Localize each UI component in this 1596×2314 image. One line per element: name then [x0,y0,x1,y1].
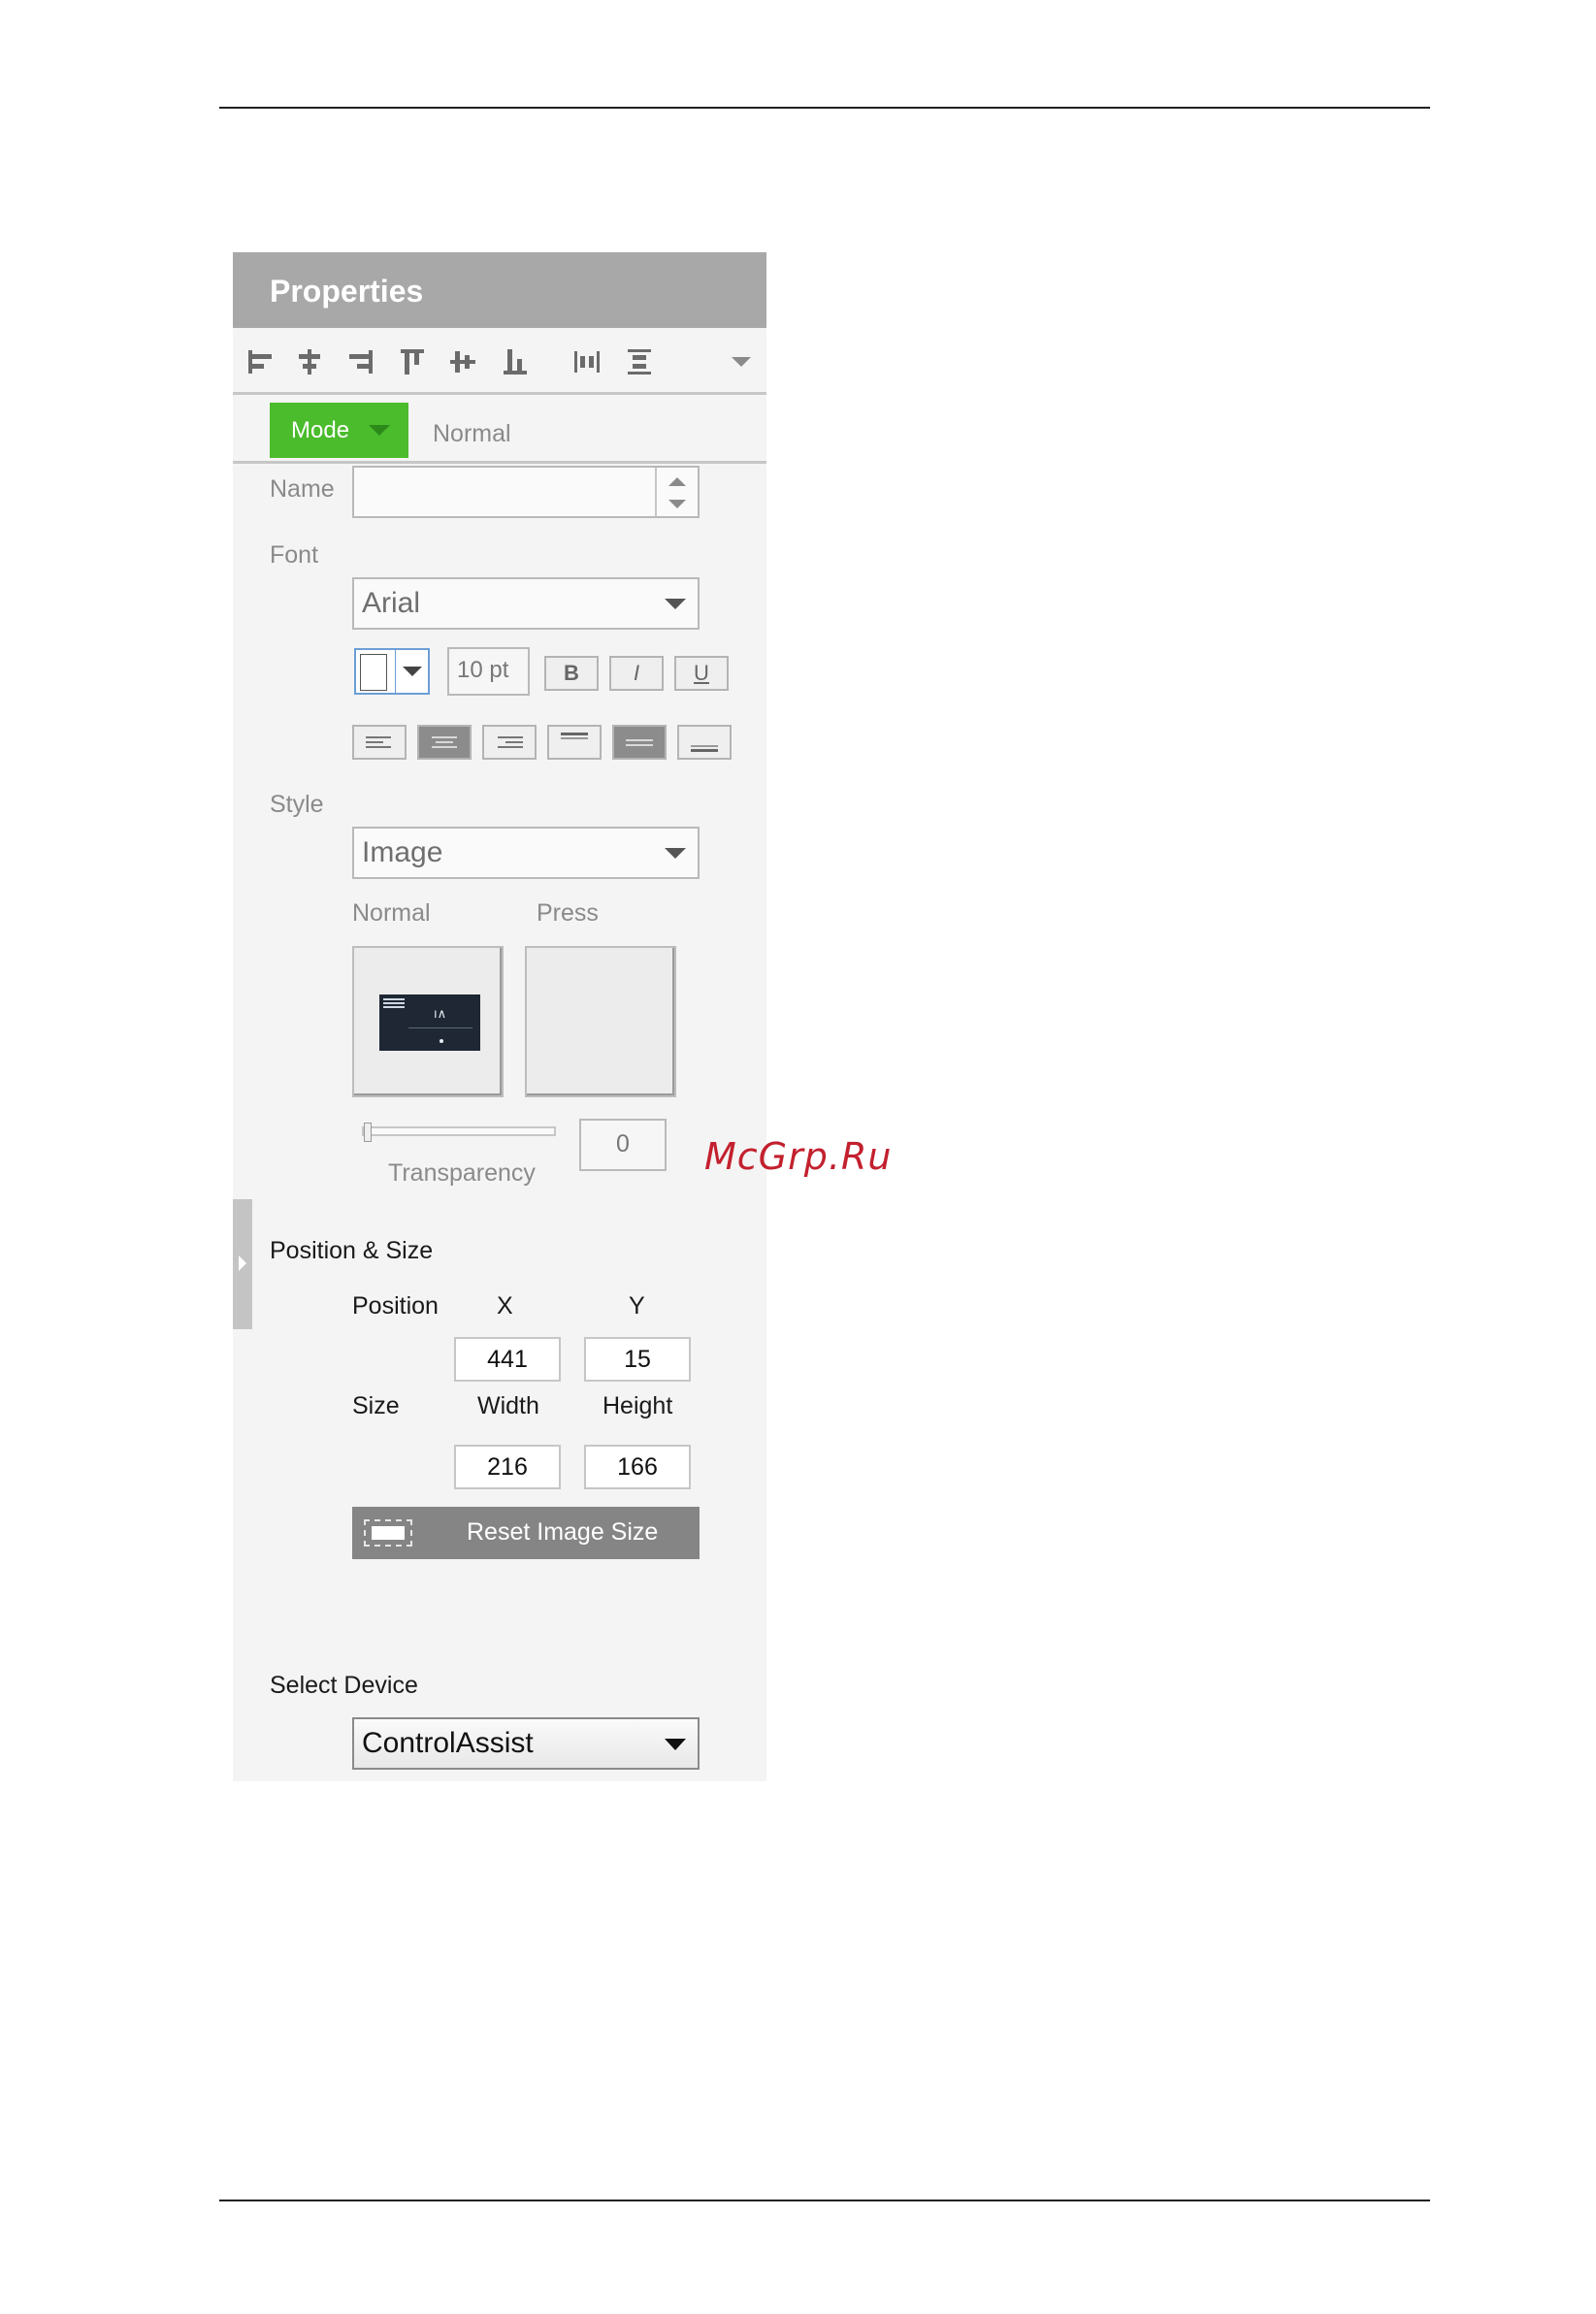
chevron-down-icon [665,848,686,859]
chevron-down-icon [403,667,422,676]
align-left-icon[interactable] [246,347,276,376]
height-input[interactable]: 166 [584,1445,691,1489]
chevron-down-icon [665,1739,686,1750]
press-image-label: Press [537,899,599,927]
normal-image-tile[interactable]: ı∧ [352,946,504,1097]
font-family-dropdown[interactable]: Arial [352,577,700,630]
italic-label: I [633,661,640,685]
divider [395,650,396,693]
align-bottom-icon[interactable] [501,347,530,376]
style-label: Style [270,791,324,818]
spin-down-icon[interactable] [668,500,686,508]
transparency-label: Transparency [388,1159,536,1187]
watermark: McGrp.Ru [704,1135,893,1178]
text-align-center-icon [432,736,457,748]
toolbar-overflow-icon[interactable] [730,351,753,371]
align-right-icon[interactable] [345,347,375,376]
text-align-right-icon [498,736,523,748]
chevron-right-icon [239,1255,246,1271]
y-label: Y [629,1292,645,1320]
underline-label: U [694,661,709,685]
select-device-label: Select Device [270,1672,418,1699]
align-text-left-button[interactable] [352,725,407,760]
image-frame-icon [364,1519,412,1547]
properties-panel: Properties Mode Normal Name Font Arial 1… [233,252,766,1781]
top-rule [219,107,1430,109]
text-align-top-icon [561,733,588,739]
device-value: ControlAssist [362,1727,534,1759]
font-color-picker[interactable] [354,648,430,695]
transparency-value[interactable]: 0 [579,1119,667,1171]
align-middle-v-icon[interactable] [448,347,477,376]
bold-label: B [564,661,579,685]
mode-value: Normal [433,420,511,447]
style-dropdown[interactable]: Image [352,827,700,879]
align-text-bottom-button[interactable] [677,725,732,760]
press-image-tile[interactable] [525,946,676,1097]
align-text-center-button[interactable] [417,725,472,760]
style-value: Image [362,836,443,868]
font-size-value: 10 pt [457,657,509,683]
distribute-vertical-icon[interactable] [625,347,654,376]
height-label: Height [603,1392,673,1419]
chevron-down-icon [665,599,686,609]
underline-button[interactable]: U [674,656,729,691]
bold-button[interactable]: B [544,656,599,691]
svg-text:ı∧: ı∧ [434,1007,446,1022]
name-label: Name [270,475,335,503]
x-input[interactable]: 441 [454,1337,561,1382]
chevron-down-icon [369,425,391,436]
normal-image-thumbnail: ı∧ [379,994,480,1051]
position-label: Position [352,1292,439,1320]
alignment-toolbar [233,328,766,395]
panel-header: Properties [233,252,766,328]
normal-image-label: Normal [352,899,431,927]
panel-title: Properties [270,274,424,309]
font-color-swatch [360,654,387,691]
text-align-bottom-icon [691,745,718,752]
width-input[interactable]: 216 [454,1445,561,1489]
device-dropdown[interactable]: ControlAssist [352,1717,700,1770]
mode-button[interactable]: Mode [270,403,408,458]
font-family-value: Arial [362,587,421,619]
align-center-h-icon[interactable] [295,347,324,376]
mode-row: Mode Normal [233,395,766,464]
size-label: Size [352,1392,400,1419]
font-label: Font [270,541,319,569]
transparency-slider[interactable] [362,1123,556,1142]
italic-button[interactable]: I [609,656,664,691]
align-text-top-button[interactable] [547,725,602,760]
name-spinner[interactable] [655,468,698,516]
reset-image-size-label: Reset Image Size [467,1518,659,1546]
reset-image-size-button[interactable]: Reset Image Size [352,1507,700,1559]
name-input[interactable] [352,466,700,518]
text-align-left-icon [366,736,391,748]
font-size-field[interactable]: 10 pt [447,647,530,696]
panel-collapse-tab[interactable] [233,1199,252,1329]
align-text-right-button[interactable] [482,725,537,760]
spin-up-icon[interactable] [668,477,686,486]
bottom-rule [219,2200,1430,2201]
y-input[interactable]: 15 [584,1337,691,1382]
align-top-icon[interactable] [398,347,427,376]
slider-handle[interactable] [364,1123,372,1142]
x-label: X [497,1292,513,1320]
mode-label: Mode [291,416,350,443]
align-text-middle-button[interactable] [612,725,667,760]
text-align-middle-icon [626,739,653,746]
width-label: Width [477,1392,539,1419]
distribute-horizontal-icon[interactable] [572,347,602,376]
position-size-label: Position & Size [270,1237,434,1264]
